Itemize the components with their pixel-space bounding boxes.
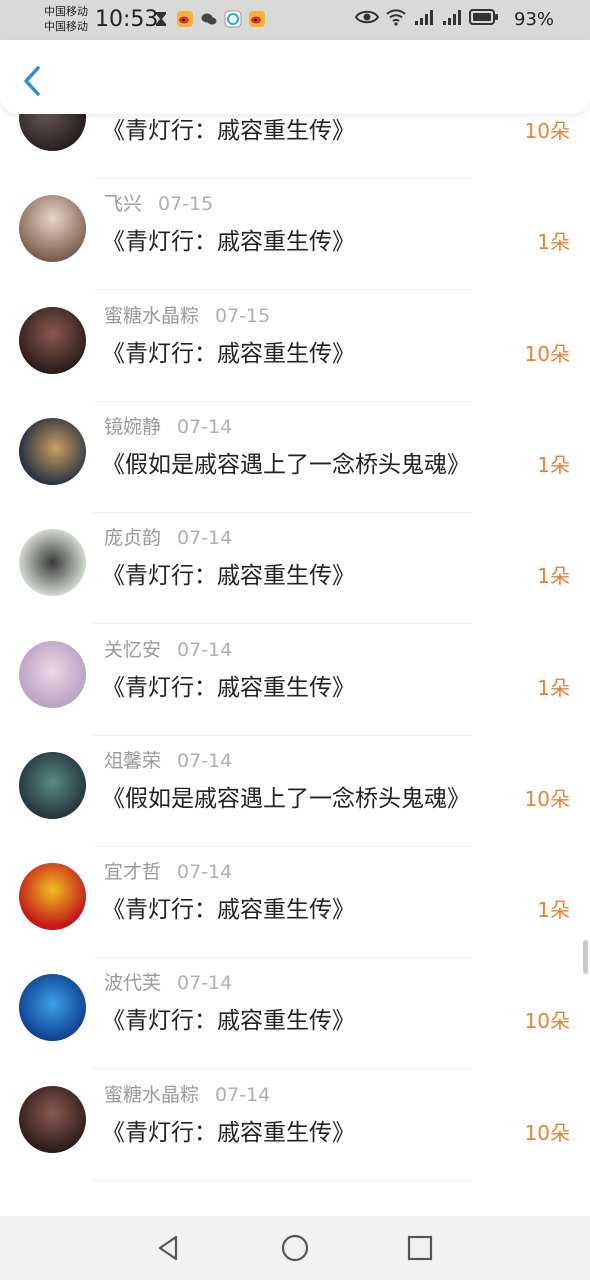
carrier-info: 中国移动 中国移动 [44, 4, 88, 34]
message-icon [224, 10, 242, 28]
sender-name: 蜜糖水晶粽 [104, 1083, 200, 1106]
system-status-icons [355, 8, 499, 26]
list-item[interactable]: 单于依美07-15《青灯行：戚容重生传》10朵 [0, 114, 590, 179]
wifi-icon [386, 9, 406, 26]
list-item[interactable]: 镜婉静 07-14 《假如是戚容遇上了一念桥头鬼魂》 1朵 [0, 402, 590, 513]
sender-line: 镜婉静 07-14 [104, 412, 232, 439]
book-title[interactable]: 《青灯行：戚容重生传》 [102, 114, 355, 145]
avatar[interactable] [19, 529, 86, 597]
nav-recents-icon[interactable] [404, 1232, 436, 1264]
battery-icon [469, 9, 498, 25]
sender-line: 飞兴 07-15 [104, 189, 213, 216]
signal-icon-2 [443, 10, 461, 25]
book-title[interactable]: 《青灯行：戚容重生传》 [102, 668, 355, 702]
flower-count: 1朵 [537, 898, 570, 923]
book-title[interactable]: 《青灯行：戚容重生传》 [102, 334, 355, 368]
list-item[interactable]: 飞兴 07-15 《青灯行：戚容重生传》 1朵 [0, 179, 590, 291]
book-title[interactable]: 《青灯行：戚容重生传》 [102, 556, 355, 590]
list-item[interactable]: 波代芙 07-14 《青灯行：戚容重生传》 10朵 [0, 958, 590, 1070]
flower-count: 1朵 [537, 230, 570, 255]
status-bar: 中国移动 中国移动 10:53 93% [0, 0, 590, 40]
gift-date: 07-15 [215, 304, 271, 327]
list-item[interactable]: 宜才哲 07-14 《青灯行：戚容重生传》 1朵 [0, 847, 590, 959]
sender-line: 蜜糖水晶粽 07-14 [104, 1080, 270, 1107]
sender-name: 宜才哲 [104, 861, 162, 884]
gift-date: 07-14 [177, 749, 233, 772]
back-arrow-icon[interactable] [18, 64, 46, 98]
notification-icons [152, 10, 266, 28]
scrollbar-thumb[interactable] [583, 940, 588, 974]
flower-count: 10朵 [524, 341, 570, 366]
sender-line: 关忆安 07-14 [104, 635, 232, 662]
sender-name: 波代芙 [104, 972, 162, 995]
gift-date: 07-15 [158, 193, 214, 216]
flower-count: 10朵 [524, 786, 570, 811]
weibo-icon [177, 11, 193, 27]
header-bar [0, 40, 590, 114]
list-item[interactable]: 俎馨荣 07-14 《假如是戚容遇上了一念桥头鬼魂》 10朵 [0, 736, 590, 847]
gift-date: 07-14 [177, 972, 233, 995]
nav-back-icon[interactable] [152, 1232, 184, 1264]
sender-name: 镜婉静 [104, 415, 162, 438]
eye-icon [355, 10, 379, 24]
list-item[interactable]: 关忆安 07-14 《青灯行：戚容重生传》 1朵 [0, 625, 590, 736]
gift-date: 07-14 [215, 1083, 271, 1106]
sender-line: 庞贞韵 07-14 [104, 523, 232, 550]
avatar[interactable] [19, 640, 86, 708]
signal-icon-1 [415, 10, 433, 25]
gift-date: 07-14 [177, 638, 233, 661]
gift-date: 07-14 [177, 861, 233, 884]
sender-name: 俎馨荣 [104, 749, 162, 772]
book-title[interactable]: 《青灯行：戚容重生传》 [102, 1001, 355, 1035]
flower-count: 1朵 [537, 564, 570, 589]
hourglass-icon [156, 12, 166, 26]
avatar[interactable] [19, 417, 86, 485]
avatar[interactable] [19, 1085, 86, 1153]
flower-count: 10朵 [524, 1120, 570, 1145]
carrier-2: 中国移动 [44, 20, 88, 33]
weibo-icon-2 [249, 11, 265, 27]
list-item[interactable]: 蜜糖水晶粽 07-15 《青灯行：戚容重生传》 10朵 [0, 291, 590, 402]
sender-name: 飞兴 [104, 193, 143, 216]
sender-line: 蜜糖水晶粽 07-15 [104, 301, 270, 328]
sender-name: 蜜糖水晶粽 [104, 304, 200, 327]
battery-percent: 93% [514, 9, 555, 30]
wechat-icon [201, 13, 217, 25]
carrier-1: 中国移动 [44, 5, 88, 18]
sender-name: 庞贞韵 [104, 527, 162, 550]
avatar[interactable] [19, 114, 86, 151]
nav-home-icon[interactable] [279, 1232, 311, 1264]
clock: 10:53 [95, 7, 159, 32]
book-title[interactable]: 《青灯行：戚容重生传》 [102, 890, 355, 924]
flower-count: 10朵 [524, 1009, 570, 1034]
flower-count: 10朵 [524, 119, 570, 143]
book-title[interactable]: 《假如是戚容遇上了一念桥头鬼魂》 [102, 779, 470, 813]
list-item[interactable]: 蜜糖水晶粽 07-14 《青灯行：戚容重生传》 10朵 [0, 1070, 590, 1181]
gift-date: 07-14 [177, 415, 233, 438]
sender-name: 关忆安 [104, 638, 162, 661]
avatar[interactable] [19, 863, 86, 931]
flower-count: 1朵 [537, 452, 570, 477]
sender-line: 波代芙 07-14 [104, 968, 232, 995]
system-nav-bar [0, 1216, 590, 1280]
book-title[interactable]: 《青灯行：戚容重生传》 [102, 222, 355, 256]
list-item[interactable]: 庞贞韵 07-14 《青灯行：戚容重生传》 1朵 [0, 513, 590, 625]
flower-gift-list[interactable]: 单于依美07-15《青灯行：戚容重生传》10朵飞兴07-15《青灯行：戚容重生传… [0, 114, 590, 1216]
sender-line: 宜才哲 07-14 [104, 857, 232, 884]
row-divider [92, 1179, 472, 1181]
avatar[interactable] [19, 974, 86, 1042]
gift-date: 07-14 [177, 527, 233, 550]
book-title[interactable]: 《假如是戚容遇上了一念桥头鬼魂》 [102, 445, 470, 479]
sender-line: 俎馨荣 07-14 [104, 746, 232, 773]
avatar[interactable] [19, 306, 86, 374]
flower-count: 1朵 [537, 675, 570, 700]
book-title[interactable]: 《青灯行：戚容重生传》 [102, 1113, 355, 1147]
avatar[interactable] [19, 751, 86, 819]
avatar[interactable] [19, 195, 86, 263]
